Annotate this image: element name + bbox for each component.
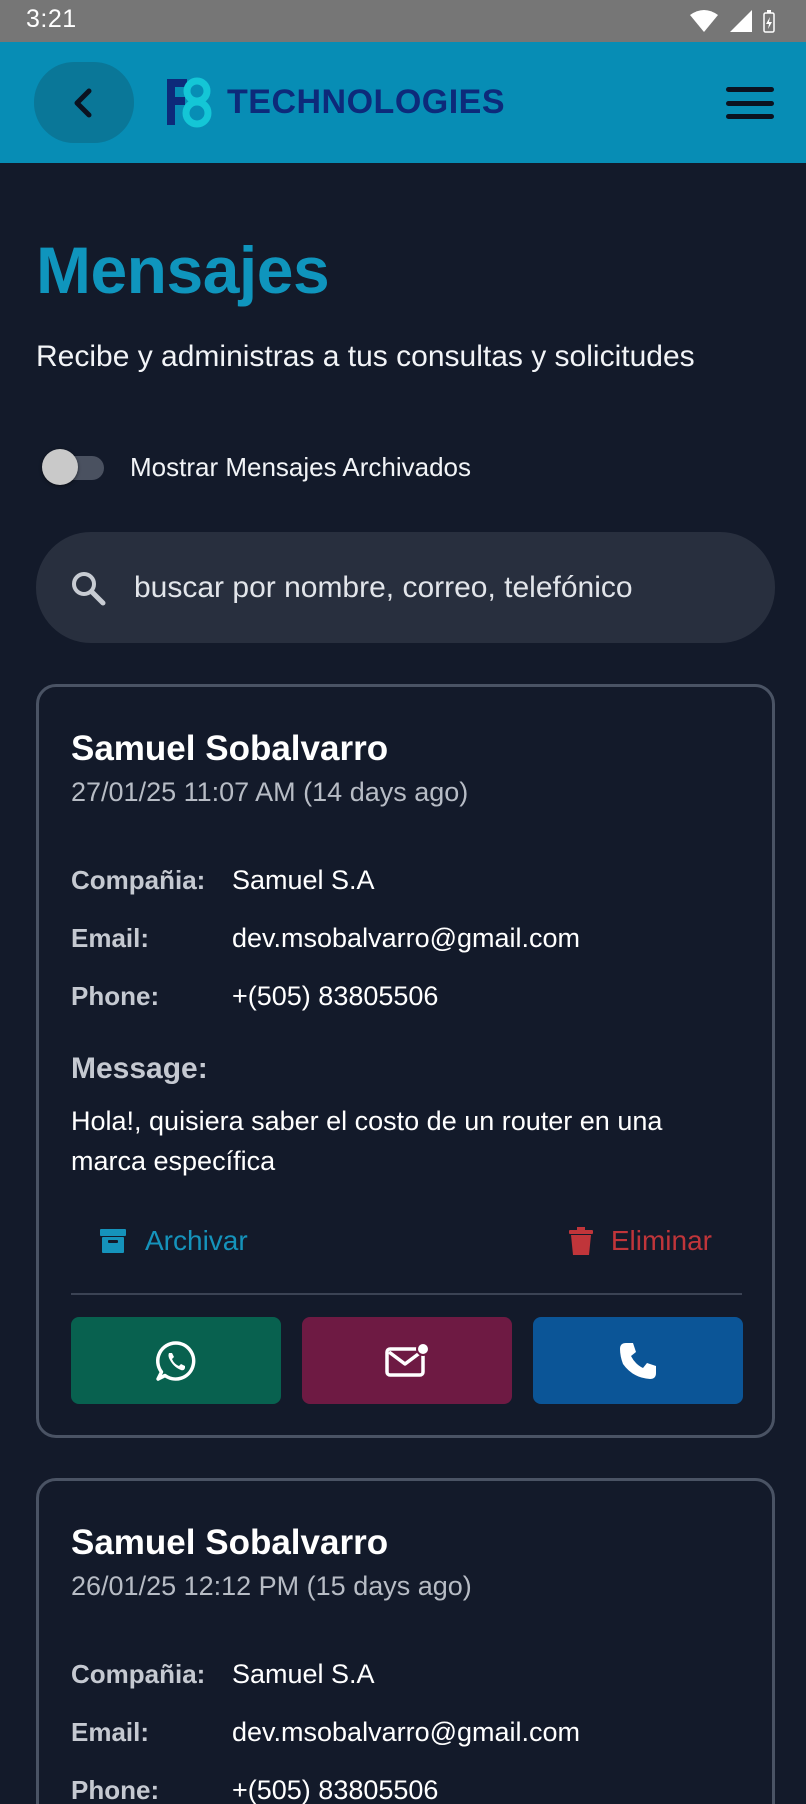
page-title: Mensajes [36,233,330,307]
message-date: 27/01/25 11:07 AM (14 days ago) [71,777,469,807]
email-button[interactable] [302,1317,512,1404]
brand-logo [167,77,212,128]
menu-button[interactable] [724,82,776,124]
delete-label: Eliminar [610,1225,712,1256]
phone-value: +(505) 83805506 [232,981,439,1011]
search-icon [66,566,110,610]
email-value: dev.msobalvarro@gmail.com [232,1717,581,1747]
phone-icon [620,1342,656,1379]
archive-label: Archivar [145,1225,248,1256]
back-arrow-icon [74,88,92,117]
message-label: Message: [71,1052,208,1085]
phone-label: Phone: [71,1775,160,1804]
status-icons [690,6,776,36]
toggle-thumb [42,449,78,485]
email-label: Email: [71,923,150,953]
archived-toggle[interactable] [40,447,106,487]
message-card: Samuel Sobalvarro 27/01/25 11:07 AM (14 … [36,684,775,1438]
brand: TECHNOLOGIES [163,75,505,129]
search-input[interactable] [134,570,775,605]
email-label: Email: [71,1717,150,1747]
message-text: Hola!, quisiera saber el costo de un rou… [71,1106,663,1176]
archived-toggle-label: Mostrar Mensajes Archivados [130,451,472,482]
status-bar: 3:21 [0,0,806,42]
wifi-icon [690,10,718,32]
archive-button[interactable]: Archivar [99,1219,248,1263]
whatsapp-icon [156,1340,196,1381]
sender-name: Samuel Sobalvarro [71,1523,389,1562]
archive-icon [100,1229,126,1253]
email-value: dev.msobalvarro@gmail.com [232,923,581,953]
company-value: Samuel S.A [232,865,375,895]
card-divider [71,1293,742,1295]
trash-icon [568,1227,593,1255]
delete-button[interactable]: Eliminar [568,1219,712,1263]
menu-icon-bar [726,100,774,106]
page-subtitle: Recibe y administras a tus consultas y s… [36,340,695,373]
phone-label: Phone: [71,981,160,1011]
signal-icon [730,10,752,32]
status-time: 3:21 [26,5,77,33]
battery-icon [763,10,775,33]
app-header: TECHNOLOGIES [0,42,806,163]
brand-name: TECHNOLOGIES [227,82,506,121]
call-button[interactable] [533,1317,743,1404]
company-label: Compañia: [71,865,206,895]
whatsapp-button[interactable] [71,1317,281,1404]
back-button[interactable] [34,62,134,143]
sender-name: Samuel Sobalvarro [71,729,389,768]
message-date: 26/01/25 12:12 PM (15 days ago) [71,1571,472,1601]
menu-icon-bar [726,87,774,92]
menu-icon-bar [726,114,774,119]
message-card: Samuel Sobalvarro 26/01/25 12:12 PM (15 … [36,1478,775,1804]
company-value: Samuel S.A [232,1659,375,1689]
mail-icon [385,1341,430,1377]
company-label: Compañia: [71,1659,206,1689]
search-box [36,532,775,643]
archived-toggle-row: Mostrar Mensajes Archivados [40,447,471,487]
phone-value: +(505) 83805506 [232,1775,439,1804]
